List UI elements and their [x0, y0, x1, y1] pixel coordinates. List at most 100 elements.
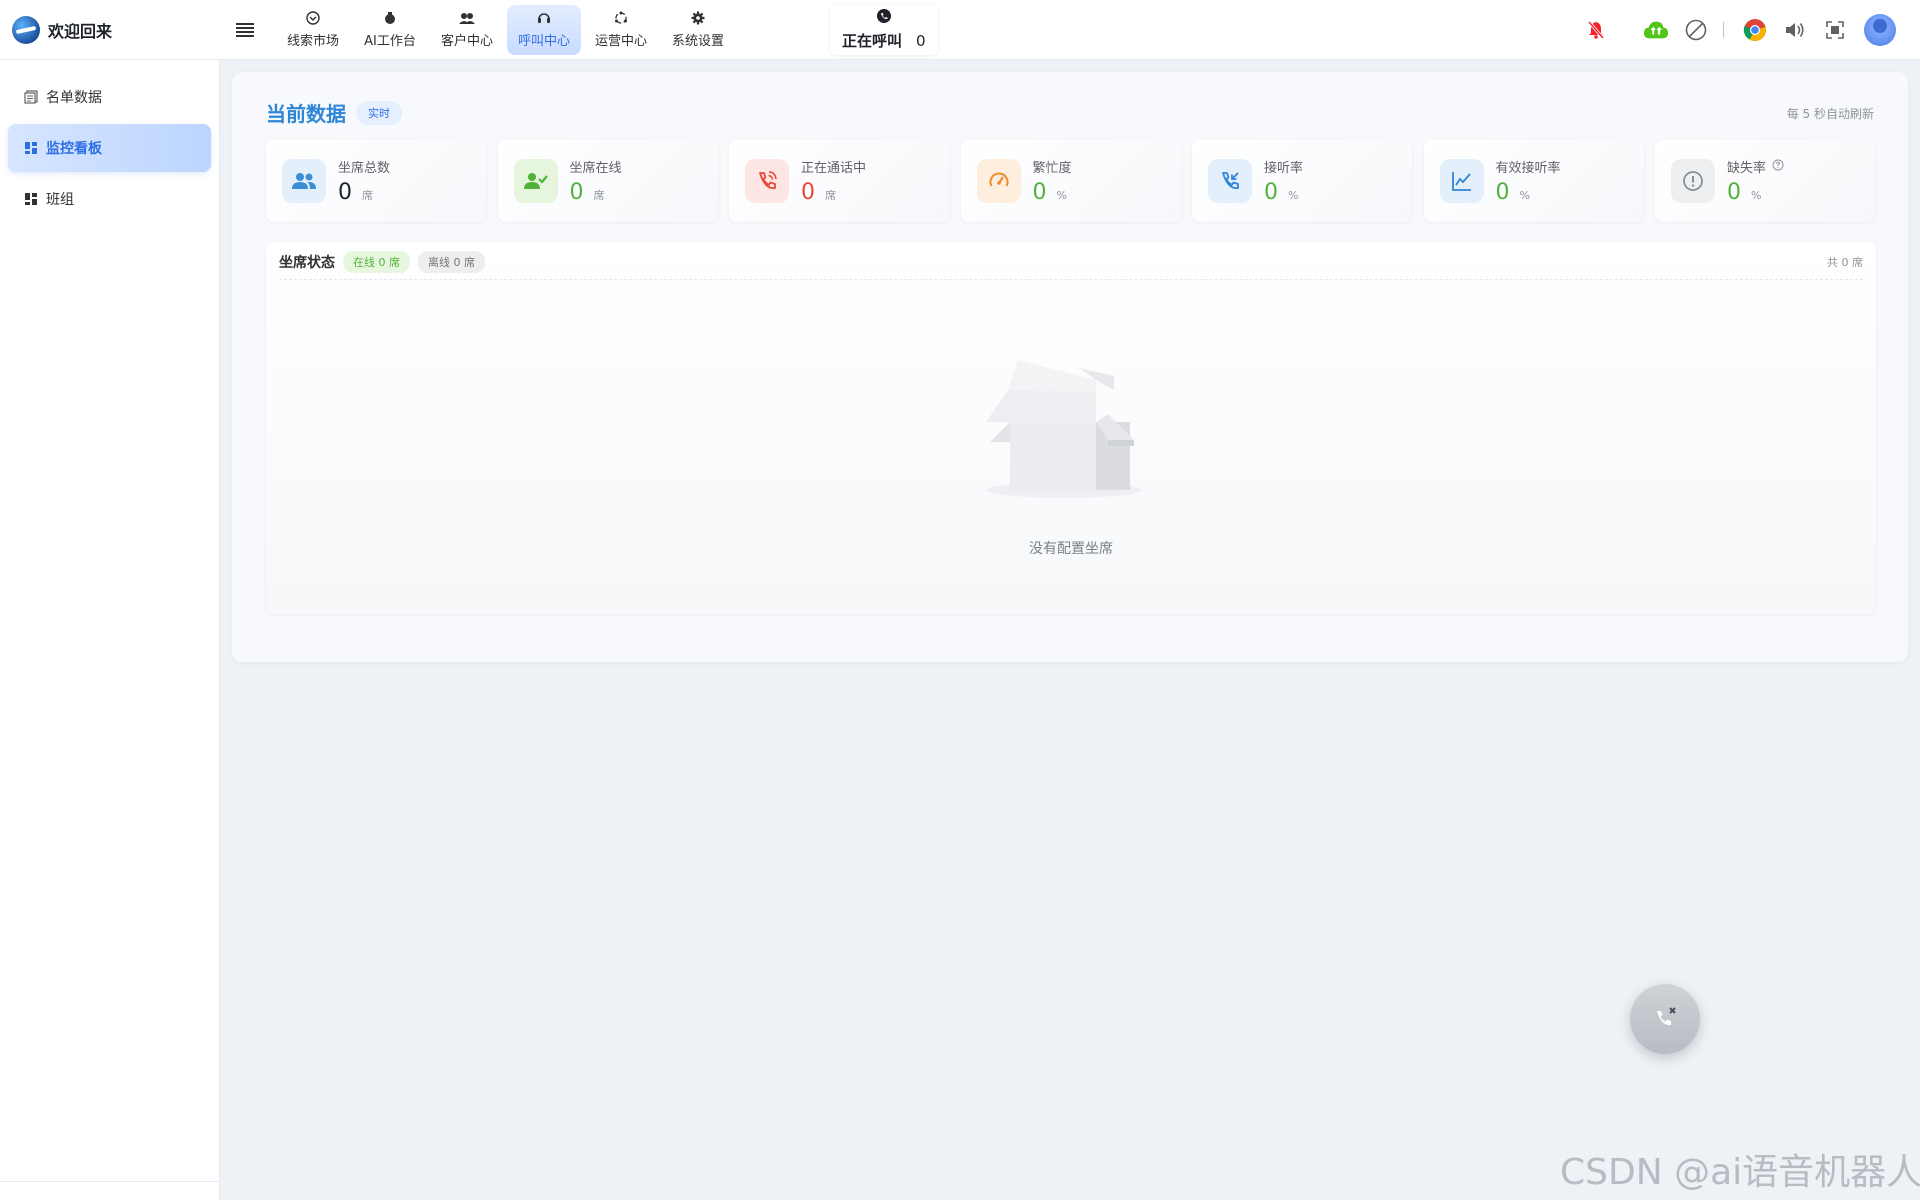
sidebar-item-dashboard[interactable]: 监控看板 — [8, 124, 211, 172]
chrome-icon[interactable] — [1742, 17, 1768, 43]
stat-card-busyness: 繁忙度 0 % — [960, 140, 1181, 222]
stat-label: 接听率 — [1264, 161, 1304, 176]
stat-card-effective-answer-rate: 有效接听率 0 % — [1423, 140, 1644, 222]
stat-label: 正在通话中 — [801, 161, 867, 176]
users-icon — [282, 159, 326, 203]
phone-call-icon — [745, 159, 789, 203]
stat-card-missing-rate: 缺失率 0 % — [1655, 140, 1875, 222]
nav-operations[interactable]: 运营中心 — [584, 5, 658, 55]
seat-status-header: 坐席状态 在线 0 席 离线 0 席 共 0 席 — [279, 250, 1863, 280]
page-title: 当前数据 — [266, 102, 346, 126]
stat-card-online-seats: 坐席在线 0 席 — [497, 140, 718, 222]
offline-badge: 离线 0 席 — [418, 250, 485, 273]
phone-icon — [876, 8, 891, 27]
panel-header: 当前数据 实时 — [266, 98, 402, 127]
seat-total: 共 0 席 — [1827, 255, 1863, 269]
nav-ai-workbench[interactable]: AI工作台 — [353, 5, 427, 55]
seat-status-title: 坐席状态 — [279, 254, 335, 271]
stat-unit: 席 — [593, 189, 605, 202]
toolbar-right — [1563, 0, 1896, 60]
help-icon[interactable] — [1772, 159, 1784, 175]
stat-value: 0 — [1032, 180, 1047, 205]
headset-icon — [536, 10, 552, 26]
stat-label: 缺失率 — [1727, 161, 1767, 176]
fullscreen-icon[interactable] — [1822, 17, 1848, 43]
group-icon — [24, 192, 38, 206]
menu-toggle-icon[interactable] — [236, 22, 254, 37]
nav-customers[interactable]: 客户中心 — [430, 5, 504, 55]
list-icon — [24, 90, 38, 104]
clue-market-icon — [305, 10, 321, 26]
hangup-button[interactable] — [1630, 984, 1700, 1054]
nav-label: 呼叫中心 — [517, 34, 570, 49]
stat-value: 0 — [338, 180, 352, 205]
stat-value: 0 — [1264, 180, 1278, 205]
nav-label: 运营中心 — [594, 34, 647, 49]
stat-unit: % — [1751, 189, 1762, 202]
calling-label: 正在呼叫 — [842, 32, 903, 50]
stat-unit: % — [1288, 189, 1299, 202]
volume-icon[interactable] — [1782, 17, 1808, 43]
brand[interactable]: 欢迎回来 — [12, 15, 212, 44]
stat-label: 繁忙度 — [1032, 161, 1072, 176]
cloud-upload-icon[interactable] — [1643, 17, 1669, 43]
stat-value: 0 — [569, 180, 584, 205]
stat-label-row: 缺失率 — [1727, 157, 1784, 176]
top-bar: 欢迎回来 线索市场 AI工作台 客户中心 呼叫中心 运营中心 系统设置 正在呼叫… — [0, 0, 1920, 60]
phone-incoming-icon — [1208, 159, 1252, 203]
bell-off-icon[interactable] — [1583, 17, 1609, 43]
calling-status[interactable]: 正在呼叫 0 — [830, 4, 938, 55]
sidebar-item-label: 班组 — [46, 192, 74, 208]
stat-card-in-call: 正在通话中 0 席 — [729, 140, 949, 222]
auto-refresh-note: 每 5 秒自动刷新 — [1786, 107, 1874, 121]
calling-row: 正在呼叫 0 — [842, 30, 926, 51]
online-badge: 在线 0 席 — [343, 250, 410, 273]
main-nav: 线索市场 AI工作台 客户中心 呼叫中心 运营中心 系统设置 — [276, 0, 738, 60]
nav-label: 系统设置 — [671, 34, 724, 49]
stat-card-answer-rate: 接听率 0 % — [1192, 140, 1412, 222]
nav-label: 线索市场 — [286, 34, 339, 49]
calling-count: 0 — [916, 31, 926, 50]
sidebar-item-group[interactable]: 班组 — [8, 175, 211, 223]
stat-value: 0 — [1495, 180, 1510, 205]
sidebar: 名单数据 监控看板 班组 — [0, 60, 220, 1200]
stat-value: 0 — [1727, 180, 1741, 205]
empty-state-text: 没有配置坐席 — [1029, 541, 1113, 557]
nav-label: AI工作台 — [364, 34, 416, 49]
sidebar-item-label: 名单数据 — [46, 90, 102, 106]
phone-hangup-icon — [1651, 1003, 1679, 1035]
customers-icon — [459, 10, 475, 26]
sidebar-item-label: 监控看板 — [46, 141, 102, 157]
stat-card-total-seats: 坐席总数 0 席 — [266, 140, 486, 222]
nav-system-settings[interactable]: 系统设置 — [661, 5, 735, 55]
monitor-panel: 当前数据 实时 每 5 秒自动刷新 坐席总数 0 席 坐席在线 0 席 正在通话… — [232, 72, 1908, 662]
live-badge: 实时 — [356, 100, 402, 125]
stat-value: 0 — [801, 180, 815, 205]
toolbar-divider — [1723, 22, 1724, 38]
alert-circle-icon — [1671, 159, 1715, 203]
stat-unit: % — [1056, 189, 1067, 202]
empty-box-illustration — [984, 352, 1144, 502]
user-check-icon — [513, 159, 558, 203]
disabled-icon[interactable] — [1683, 17, 1709, 43]
stat-unit: 席 — [362, 189, 373, 202]
operations-icon — [613, 10, 629, 26]
speedometer-icon — [976, 159, 1021, 203]
gear-icon — [690, 10, 706, 26]
sidebar-divider — [0, 1181, 220, 1182]
stats-row: 坐席总数 0 席 坐席在线 0 席 正在通话中 0 席 繁忙度 0 % 接听率 … — [266, 140, 1875, 222]
ai-workbench-icon — [382, 10, 398, 26]
nav-label: 客户中心 — [440, 34, 493, 49]
sidebar-item-list-data[interactable]: 名单数据 — [8, 73, 211, 121]
nav-call-center[interactable]: 呼叫中心 — [507, 4, 581, 55]
stat-unit: 席 — [825, 189, 836, 202]
trend-icon — [1439, 159, 1484, 203]
dashboard-icon — [24, 141, 38, 155]
nav-clue-market[interactable]: 线索市场 — [276, 5, 350, 55]
stat-unit: % — [1519, 189, 1530, 202]
watermark: CSDN @ai语音机器人 — [1560, 1152, 1920, 1193]
avatar[interactable] — [1864, 14, 1896, 46]
brand-title: 欢迎回来 — [48, 21, 113, 41]
stat-label: 坐席在线 — [569, 161, 622, 176]
stat-label: 有效接听率 — [1495, 161, 1561, 176]
